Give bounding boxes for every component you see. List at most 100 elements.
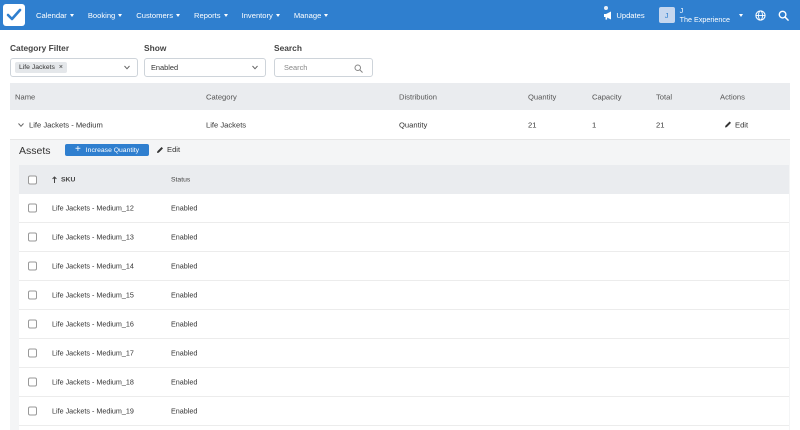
asset-sku: Life Jackets - Medium_17 — [52, 348, 134, 358]
asset-sku: Life Jackets - Medium_16 — [52, 319, 134, 329]
asset-status: Enabled — [171, 406, 198, 416]
asset-status: Enabled — [171, 377, 198, 387]
inventory-table-header: Name Category Distribution Quantity Capa… — [10, 83, 790, 110]
sort-asc-arrow-icon — [52, 176, 57, 183]
select-all-checkbox[interactable] — [28, 175, 37, 184]
col-capacity[interactable]: Capacity — [592, 92, 622, 101]
asset-sku: Life Jackets - Medium_18 — [52, 377, 134, 387]
chevron-down-icon — [252, 65, 258, 70]
nav-reports-label: Reports — [194, 10, 221, 20]
nav-customers[interactable]: Customers — [136, 11, 180, 20]
avatar[interactable]: J — [658, 7, 675, 23]
assets-edit-label: Edit — [167, 145, 181, 154]
assets-table: SKU Status Life Jackets - Medium_12 Enab… — [19, 165, 789, 430]
col-actions: Actions — [720, 92, 745, 101]
asset-sku: Life Jackets - Medium_14 — [52, 261, 134, 271]
nav-calendar-label: Calendar — [36, 10, 67, 20]
col-sku-label: SKU — [61, 176, 76, 183]
row-checkbox[interactable] — [28, 406, 37, 416]
col-quantity[interactable]: Quantity — [528, 92, 556, 101]
asset-status: Enabled — [171, 319, 198, 329]
plus-icon: + — [74, 144, 81, 155]
chevron-down-icon[interactable] — [18, 122, 24, 127]
asset-sku: Life Jackets - Medium_13 — [52, 232, 134, 242]
row-checkbox[interactable] — [28, 319, 37, 329]
table-row[interactable]: Life Jackets - Medium_13 Enabled — [19, 223, 789, 252]
chevron-down-icon — [275, 13, 280, 17]
company-name: The Experience — [679, 15, 730, 24]
row-category: Life Jackets — [206, 120, 247, 129]
search-icon[interactable] — [777, 9, 789, 21]
row-checkbox[interactable] — [28, 348, 37, 358]
row-capacity: 1 — [592, 120, 597, 129]
nav-calendar[interactable]: Calendar — [36, 11, 74, 20]
row-quantity: 21 — [528, 120, 537, 129]
search-icon[interactable] — [354, 64, 363, 73]
col-sku[interactable]: SKU — [52, 176, 75, 183]
chip-remove-icon[interactable]: × — [59, 64, 63, 71]
category-filter-label: Category Filter — [10, 43, 70, 53]
table-row[interactable]: Life Jackets - Medium_14 Enabled — [19, 252, 789, 281]
globe-icon[interactable] — [754, 9, 766, 21]
show-select[interactable]: Enabled — [144, 58, 266, 77]
assets-panel: Assets + Increase Quantity Edit SKU Stat… — [10, 140, 790, 430]
show-label: Show — [144, 43, 167, 53]
col-total[interactable]: Total — [656, 92, 672, 101]
col-category[interactable]: Category — [206, 92, 237, 101]
table-row[interactable]: Life Jackets - Medium_17 Enabled — [19, 339, 789, 368]
increase-quantity-button[interactable]: + Increase Quantity — [65, 144, 149, 156]
asset-status: Enabled — [171, 232, 198, 242]
nav-inventory[interactable]: Inventory — [242, 11, 280, 20]
row-checkbox[interactable] — [28, 290, 37, 300]
chevron-down-icon — [223, 13, 228, 17]
search-label: Search — [274, 43, 302, 53]
row-name: Life Jackets - Medium — [29, 120, 103, 129]
row-total: 21 — [656, 120, 665, 129]
col-name[interactable]: Name — [15, 92, 35, 101]
row-checkbox[interactable] — [28, 232, 37, 242]
col-status[interactable]: Status — [171, 176, 190, 183]
assets-title: Assets — [19, 145, 51, 157]
table-row[interactable]: Life Jackets - Medium Life Jackets Quant… — [10, 110, 790, 140]
user-name: J — [679, 6, 684, 15]
asset-sku: Life Jackets - Medium_12 — [52, 203, 134, 213]
row-distribution: Quantity — [399, 120, 428, 129]
table-row[interactable]: Life Jackets - Medium_15 Enabled — [19, 281, 789, 310]
search-input[interactable]: Search — [274, 58, 373, 77]
chevron-down-icon — [324, 13, 329, 17]
col-distribution[interactable]: Distribution — [399, 92, 437, 101]
nav-reports[interactable]: Reports — [194, 11, 228, 20]
nav-manage[interactable]: Manage — [293, 10, 329, 20]
nav-manage-label: Manage — [293, 10, 322, 20]
table-row[interactable]: Life Jackets - Medium_18 Enabled — [19, 368, 789, 397]
nav-customers-label: Customers — [136, 10, 173, 20]
user-menu-chevron-down-icon[interactable] — [739, 13, 743, 17]
asset-sku: Life Jackets - Medium_19 — [52, 406, 134, 416]
assets-table-header: SKU Status — [19, 165, 789, 194]
assets-edit-button[interactable]: Edit — [156, 145, 180, 154]
nav-booking[interactable]: Booking — [88, 11, 123, 20]
asset-status: Enabled — [171, 203, 198, 213]
asset-status: Enabled — [171, 261, 198, 271]
row-name-cell[interactable]: Life Jackets - Medium — [18, 120, 103, 129]
table-row[interactable]: Life Jackets - Medium_19 Enabled — [19, 397, 789, 426]
category-chip: Life Jackets × — [15, 62, 67, 73]
row-checkbox[interactable] — [28, 377, 37, 387]
pencil-icon — [725, 121, 731, 128]
category-filter-select[interactable]: Life Jackets × — [10, 58, 138, 77]
asset-sku: Life Jackets - Medium_15 — [52, 290, 134, 300]
row-checkbox[interactable] — [28, 261, 37, 271]
search-placeholder: Search — [284, 63, 308, 72]
user-menu[interactable]: J The Experience — [680, 6, 730, 24]
row-checkbox[interactable] — [28, 203, 37, 213]
nav-inventory-label: Inventory — [241, 10, 273, 20]
show-select-value: Enabled — [151, 63, 179, 72]
megaphone-icon — [604, 11, 612, 20]
row-edit-button[interactable]: Edit — [724, 120, 748, 129]
notification-dot-icon — [604, 5, 609, 10]
asset-status: Enabled — [171, 290, 198, 300]
updates-button[interactable]: Updates — [603, 5, 645, 20]
table-row[interactable]: Life Jackets - Medium_12 Enabled — [19, 194, 789, 223]
table-row[interactable]: Life Jackets - Medium_16 Enabled — [19, 310, 789, 339]
app-logo-checkmark-icon[interactable] — [3, 4, 25, 26]
